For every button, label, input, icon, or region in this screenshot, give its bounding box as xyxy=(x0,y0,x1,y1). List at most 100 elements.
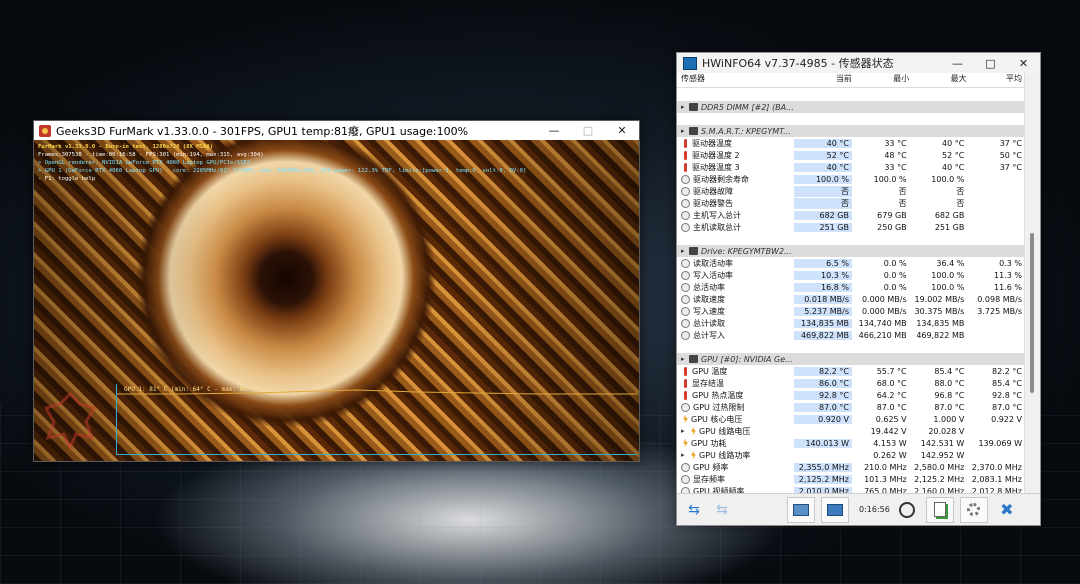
min-value: 134,740 MB xyxy=(858,318,907,328)
sensor-row[interactable]: 写入活动率 10.3 % 0.0 % 100.0 % 11.3 % xyxy=(677,269,1025,281)
network-share-icon[interactable] xyxy=(821,496,849,523)
sensor-row[interactable]: 主机写入总计 682 GB 679 GB 682 GB xyxy=(677,209,1025,221)
avg-value: 2,370.0 MHz xyxy=(971,462,1022,472)
furmark-window[interactable]: Geeks3D FurMark v1.33.0.0 - 301FPS, GPU1… xyxy=(33,120,640,462)
avg-value: 11.3 % xyxy=(994,270,1022,280)
sensor-row[interactable]: ▸ GPU 线路功率 0.262 W 142.952 W xyxy=(677,449,1025,461)
hwinfo-toolbar: ⇆ ⇆ 0:16:56 ✖ xyxy=(677,493,1040,525)
min-value: 否 xyxy=(898,186,907,196)
header-sensor[interactable]: 传感器 xyxy=(677,73,798,87)
drive-chip-icon xyxy=(689,103,698,111)
sensor-row[interactable]: GPU 频率 2,355.0 MHz 210.0 MHz 2,580.0 MHz 2,3… xyxy=(677,461,1025,473)
sensor-row[interactable]: 主机读取总计 251 GB 250 GB 251 GB xyxy=(677,221,1025,233)
min-value: 101.3 MHz xyxy=(864,474,907,484)
current-value: 682 GB xyxy=(794,210,852,220)
sensor-row[interactable]: GPU 温度 82.2 °C 55.7 °C 85.4 °C 82.2 °C xyxy=(677,365,1025,377)
sensor-group-header[interactable]: ▸ DDR5 DIMM [#2] (BA... xyxy=(677,101,1025,113)
sensor-label-text: 总活动率 xyxy=(693,282,725,292)
min-value: 0.0 % xyxy=(883,282,907,292)
minimize-button[interactable]: — xyxy=(941,53,974,73)
sensor-row[interactable]: 读取活动率 6.5 % 0.0 % 36.4 % 0.3 % xyxy=(677,257,1025,269)
sensor-row[interactable]: 驱动器温度 3 40 °C 33 °C 40 °C 37 °C xyxy=(677,161,1025,173)
nav-left-right-icon-2[interactable]: ⇆ xyxy=(709,498,735,522)
sensor-row[interactable]: GPU 过热限制 87.0 °C 87.0 °C 87.0 °C 87.0 °C xyxy=(677,401,1025,413)
min-value: 33 °C xyxy=(884,162,907,172)
header-min[interactable]: 最小 xyxy=(855,73,912,87)
expand-chevron-icon[interactable]: ▸ xyxy=(681,355,689,363)
max-value: 36.4 % xyxy=(936,258,965,268)
clock-icon[interactable] xyxy=(894,498,920,522)
scrollbar-thumb[interactable] xyxy=(1030,233,1034,393)
expand-chevron-icon[interactable]: ▸ xyxy=(681,103,689,111)
max-value: 1.000 V xyxy=(933,414,965,424)
sensor-row[interactable]: 驱动器故障 否 否 否 xyxy=(677,185,1025,197)
temperature-graph xyxy=(116,384,637,455)
nav-left-right-icon[interactable]: ⇆ xyxy=(681,498,707,522)
sensor-row[interactable]: 读取速度 0.018 MB/s 0.000 MB/s 19.002 MB/s 0.098… xyxy=(677,293,1025,305)
expand-chevron-icon[interactable]: ▸ xyxy=(681,247,689,255)
sensor-row[interactable]: 驱动器温度 2 52 °C 48 °C 52 °C 50 °C xyxy=(677,149,1025,161)
max-value: 2,125.2 MHz xyxy=(914,474,965,484)
group-label-text: S.M.A.R.T.: KPEGYMT... xyxy=(701,126,791,136)
sensor-row[interactable]: GPU 功耗 140.013 W 4.153 W 142.531 W 139.069 W xyxy=(677,437,1025,449)
sensor-circle-icon xyxy=(681,306,690,316)
max-value: 否 xyxy=(956,198,965,208)
header-avg[interactable]: 平均 xyxy=(970,73,1025,87)
sensor-row[interactable]: 总计写入 469,822 MB 466,210 MB 469,822 MB xyxy=(677,329,1025,341)
min-value: 55.7 °C xyxy=(876,366,907,376)
expand-chevron-icon[interactable]: ▸ xyxy=(681,127,689,135)
sensor-label-text: GPU 核心电压 xyxy=(691,414,743,424)
sensor-row[interactable]: ▸ GPU 线路电压 19.442 V 20.028 V xyxy=(677,425,1025,437)
header-max[interactable]: 最大 xyxy=(912,73,969,87)
min-value: 33 °C xyxy=(884,138,907,148)
sensor-row[interactable]: GPU 核心电压 0.920 V 0.625 V 1.000 V 0.922 V xyxy=(677,413,1025,425)
hwinfo-window[interactable]: HWiNFO64 v7.37-4985 - 传感器状态 — □ ✕ 传感器 当前… xyxy=(676,52,1041,526)
max-value: 100.0 % xyxy=(931,174,965,184)
close-x-icon[interactable]: ✖ xyxy=(994,498,1020,522)
sensor-row[interactable]: 驱动器警告 否 否 否 xyxy=(677,197,1025,209)
sensor-label: 总计读取 xyxy=(677,318,794,329)
sensor-row[interactable]: 驱动器温度 40 °C 33 °C 40 °C 37 °C xyxy=(677,137,1025,149)
expand-chevron-icon[interactable]: ▸ xyxy=(681,451,689,459)
max-value: 142.952 W xyxy=(920,450,965,460)
sensor-group-header[interactable]: ▸ S.M.A.R.T.: KPEGYMT... xyxy=(677,125,1025,137)
min-value: 0.262 W xyxy=(873,450,907,460)
sensor-circle-icon xyxy=(681,318,690,328)
close-button[interactable]: ✕ xyxy=(605,121,639,140)
sensor-label: 驱动器剩余寿命 xyxy=(677,174,794,185)
sensor-circle-icon xyxy=(681,282,690,292)
sensor-row[interactable]: 驱动器剩余寿命 100.0 % 100.0 % 100.0 % xyxy=(677,173,1025,185)
thermometer-icon xyxy=(684,390,687,400)
sensor-label-text: 显存结温 xyxy=(692,378,724,388)
min-value: 48 °C xyxy=(884,150,907,160)
hwinfo-title: HWiNFO64 v7.37-4985 - 传感器状态 xyxy=(702,57,894,70)
sensor-group-header[interactable]: ▸ GPU [#0]: NVIDIA Ge... xyxy=(677,353,1025,365)
min-value: 87.0 °C xyxy=(876,402,907,412)
sensor-row[interactable]: GPU 热点温度 92.8 °C 64.2 °C 96.8 °C 92.8 °C xyxy=(677,389,1025,401)
sensor-row[interactable]: 总计读取 134,835 MB 134,740 MB 134,835 MB xyxy=(677,317,1025,329)
thermometer-icon xyxy=(684,138,687,148)
minimize-button[interactable]: — xyxy=(537,121,571,140)
hwinfo-titlebar[interactable]: HWiNFO64 v7.37-4985 - 传感器状态 — □ ✕ xyxy=(677,53,1040,73)
sensor-row[interactable]: 总活动率 16.8 % 0.0 % 100.0 % 11.6 % xyxy=(677,281,1025,293)
sensor-label: GPU 视频频率 xyxy=(677,486,794,493)
avg-value: 87.0 °C xyxy=(992,402,1022,412)
settings-gear-icon[interactable] xyxy=(959,496,988,523)
log-file-icon[interactable] xyxy=(925,496,954,523)
current-value: 251 GB xyxy=(794,222,852,232)
expand-chevron-icon[interactable]: ▸ xyxy=(681,427,689,435)
sensor-row[interactable]: GPU 视频频率 2,010.0 MHz 765.0 MHz 2,160.0 MHz 2… xyxy=(677,485,1025,493)
furmark-titlebar[interactable]: Geeks3D FurMark v1.33.0.0 - 301FPS, GPU1… xyxy=(34,121,639,140)
sensor-row[interactable]: 写入速度 5.237 MB/s 0.000 MB/s 30.375 MB/s 3.725… xyxy=(677,305,1025,317)
close-button[interactable]: ✕ xyxy=(1007,53,1040,73)
sensor-group-header[interactable]: ▸ Drive: KPEGYMTBW2... xyxy=(677,245,1025,257)
maximize-button[interactable]: □ xyxy=(974,53,1007,73)
network-icon[interactable] xyxy=(787,496,815,523)
min-value: 否 xyxy=(898,198,907,208)
sensor-label: 写入活动率 xyxy=(677,270,794,281)
maximize-button[interactable]: □ xyxy=(571,121,605,140)
sensor-row[interactable]: 显存结温 86.0 °C 68.0 °C 88.0 °C 85.4 °C xyxy=(677,377,1025,389)
sensor-scrollbar[interactable] xyxy=(1024,73,1040,493)
header-current[interactable]: 当前 xyxy=(798,73,855,87)
sensor-row[interactable]: 显存频率 2,125.2 MHz 101.3 MHz 2,125.2 MHz 2,083… xyxy=(677,473,1025,485)
